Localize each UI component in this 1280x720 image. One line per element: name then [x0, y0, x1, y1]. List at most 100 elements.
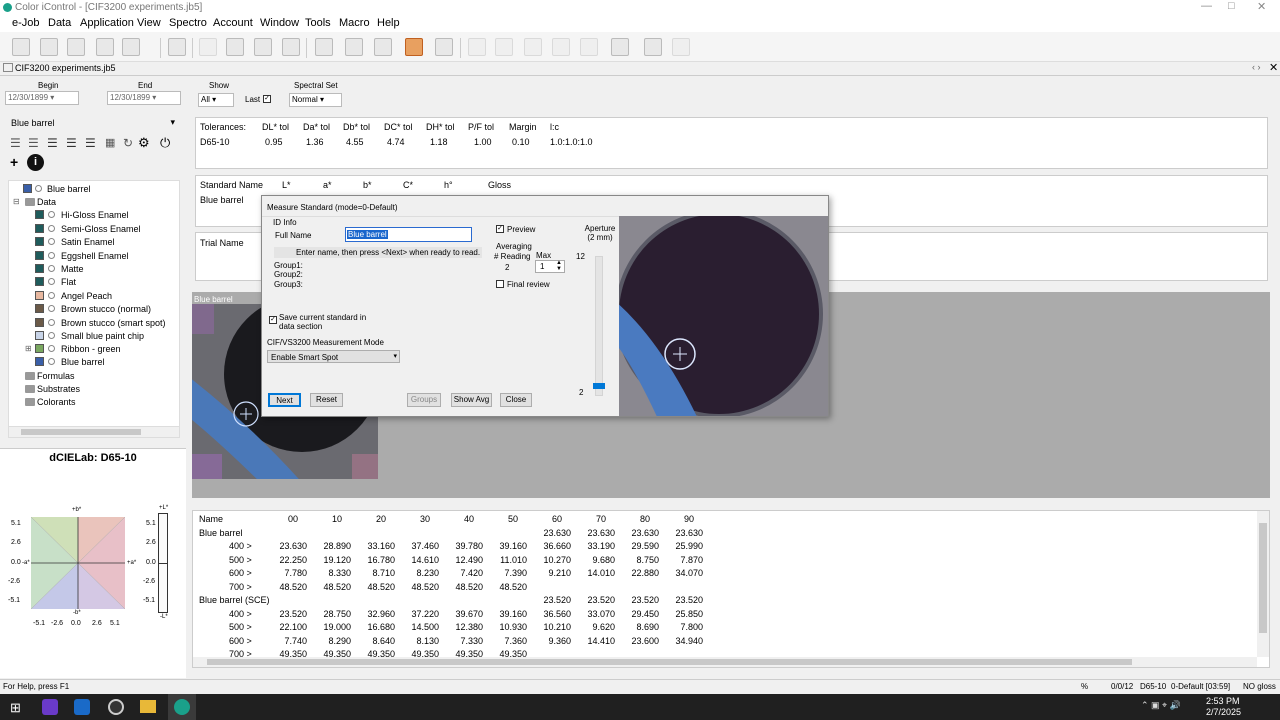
tree-item[interactable]: Hi-Gloss Enamel: [61, 210, 129, 220]
table-hscrollbar[interactable]: [193, 657, 1257, 667]
batch-icon[interactable]: [552, 38, 570, 56]
next-button[interactable]: Next: [268, 393, 301, 407]
new-standard-icon[interactable]: [40, 38, 58, 56]
new-job-icon[interactable]: [12, 38, 30, 56]
file-explorer-icon[interactable]: [140, 700, 156, 713]
scroll-thumb[interactable]: [21, 429, 141, 435]
preview-checkbox[interactable]: ✓: [496, 225, 504, 233]
tab-scroll-icon[interactable]: ‹ ›: [1252, 62, 1261, 72]
scroll-thumb[interactable]: [207, 659, 1132, 665]
taskbar-app-icon[interactable]: [42, 699, 58, 715]
zoom-icon[interactable]: [580, 38, 598, 56]
document-tab[interactable]: CIF3200 experiments.jb5: [15, 63, 116, 73]
restore-button[interactable]: □: [1228, 0, 1235, 12]
collapse-icon[interactable]: ⊟: [13, 197, 20, 206]
menu-tools[interactable]: Tools: [305, 17, 331, 29]
tree-item[interactable]: Brown stucco (normal): [61, 304, 151, 314]
begin-date-field[interactable]: 12/30/1899 ▾: [5, 91, 79, 105]
spectral-set-select[interactable]: Normal ▾: [289, 93, 342, 107]
end-date-field[interactable]: 12/30/1899 ▾: [107, 91, 181, 105]
reset-button[interactable]: Reset: [310, 393, 343, 407]
system-tray-icons[interactable]: ⌃ ▣ ⌖ 🔊: [1141, 700, 1181, 711]
close-document-icon[interactable]: ✕: [1269, 61, 1278, 74]
show-select[interactable]: All ▾: [198, 93, 234, 107]
menu-application[interactable]: Application: [80, 17, 134, 29]
document-icon[interactable]: [644, 38, 662, 56]
save-standard-checkbox[interactable]: ✓: [269, 316, 277, 324]
list-view-icon[interactable]: ☰: [10, 136, 21, 150]
tree-item[interactable]: Small blue paint chip: [61, 331, 144, 341]
menu-window[interactable]: Window: [260, 17, 299, 29]
tree-item[interactable]: Eggshell Enamel: [61, 251, 129, 261]
list-detail-icon[interactable]: ☰: [47, 136, 58, 150]
instrument-icon[interactable]: [611, 38, 629, 56]
tools-icon[interactable]: [226, 38, 244, 56]
tree-item[interactable]: Semi-Gloss Enamel: [61, 224, 141, 234]
gear-icon[interactable]: ⚙: [138, 135, 150, 151]
menu-account[interactable]: Account: [213, 17, 253, 29]
scroll-thumb[interactable]: [1259, 523, 1267, 633]
minimize-button[interactable]: —: [1201, 0, 1212, 12]
tree-item[interactable]: Satin Enamel: [61, 237, 115, 247]
aperture-slider[interactable]: [593, 256, 605, 396]
refresh-icon[interactable]: ↻: [123, 136, 133, 150]
tree-folder-data[interactable]: Data: [37, 197, 56, 207]
browser-icon[interactable]: [108, 699, 124, 715]
standard-name[interactable]: Blue barrel: [200, 195, 244, 205]
open-icon[interactable]: [67, 38, 85, 56]
taskbar-active-app[interactable]: [168, 694, 196, 720]
tree-item[interactable]: Angel Peach: [61, 291, 112, 301]
tree-item[interactable]: Brown stucco (smart spot): [61, 318, 166, 328]
clock-date[interactable]: 2/7/2025: [1206, 707, 1241, 717]
info-icon[interactable]: i: [27, 154, 44, 171]
tree-item[interactable]: Flat: [61, 277, 76, 287]
list-compact-icon[interactable]: ☰: [28, 136, 39, 150]
tree-folder-colorants[interactable]: Colorants: [37, 397, 76, 407]
windows-start-icon[interactable]: ⊞: [10, 700, 21, 716]
camera-icon[interactable]: [345, 38, 363, 56]
clock-time[interactable]: 2:53 PM: [1206, 696, 1240, 706]
tree-hscrollbar[interactable]: [9, 426, 179, 437]
shield-icon[interactable]: [282, 38, 300, 56]
export-icon[interactable]: [672, 38, 690, 56]
search-icon[interactable]: [524, 38, 542, 56]
groups-button[interactable]: Groups: [407, 393, 441, 407]
measurement-mode-select[interactable]: Enable Smart Spot ▾: [267, 350, 400, 363]
check-icon[interactable]: [199, 38, 217, 56]
final-review-checkbox[interactable]: [496, 280, 504, 288]
outdent-icon[interactable]: ☰: [85, 136, 96, 150]
standard-selector[interactable]: Blue barrel ▾: [6, 116, 178, 131]
camera-settings-icon[interactable]: [374, 38, 392, 56]
menu-help[interactable]: Help: [377, 17, 400, 29]
show-avg-button[interactable]: Show Avg: [451, 393, 492, 407]
max-spinner[interactable]: 1 ▲ ▼: [535, 260, 565, 273]
close-button[interactable]: Close: [500, 393, 532, 407]
tree-folder-formulas[interactable]: Formulas: [37, 371, 75, 381]
report-icon[interactable]: [168, 38, 186, 56]
tree-item[interactable]: Blue barrel: [61, 357, 105, 367]
correct-icon[interactable]: [495, 38, 513, 56]
aperture-slider-thumb[interactable]: [593, 383, 605, 389]
menu-ejob[interactable]: e-Job: [12, 17, 40, 29]
indent-icon[interactable]: ☰: [66, 136, 77, 150]
full-name-input[interactable]: Blue barrel: [345, 227, 472, 242]
menu-data[interactable]: Data: [48, 17, 71, 29]
table-vscrollbar[interactable]: [1257, 511, 1269, 657]
menu-view[interactable]: View: [137, 17, 161, 29]
save-icon[interactable]: [96, 38, 114, 56]
formula-icon[interactable]: [468, 38, 486, 56]
tree-item[interactable]: Ribbon - green: [61, 344, 121, 354]
tree-folder-substrates[interactable]: Substrates: [37, 384, 80, 394]
tree-item[interactable]: Matte: [61, 264, 84, 274]
add-icon[interactable]: +: [10, 154, 18, 170]
menu-spectro[interactable]: Spectro: [169, 17, 207, 29]
measure-standard-icon[interactable]: [405, 38, 423, 56]
spinner-arrows-icon[interactable]: ▲ ▼: [556, 260, 562, 272]
expand-icon[interactable]: ⊞: [25, 344, 32, 353]
close-window-button[interactable]: ✕: [1257, 0, 1266, 13]
menu-macro[interactable]: Macro: [339, 17, 370, 29]
measure-trial-icon[interactable]: [435, 38, 453, 56]
calendar-icon[interactable]: ▦: [105, 136, 115, 149]
print-icon[interactable]: [122, 38, 140, 56]
power-icon[interactable]: ⏻: [160, 135, 170, 151]
